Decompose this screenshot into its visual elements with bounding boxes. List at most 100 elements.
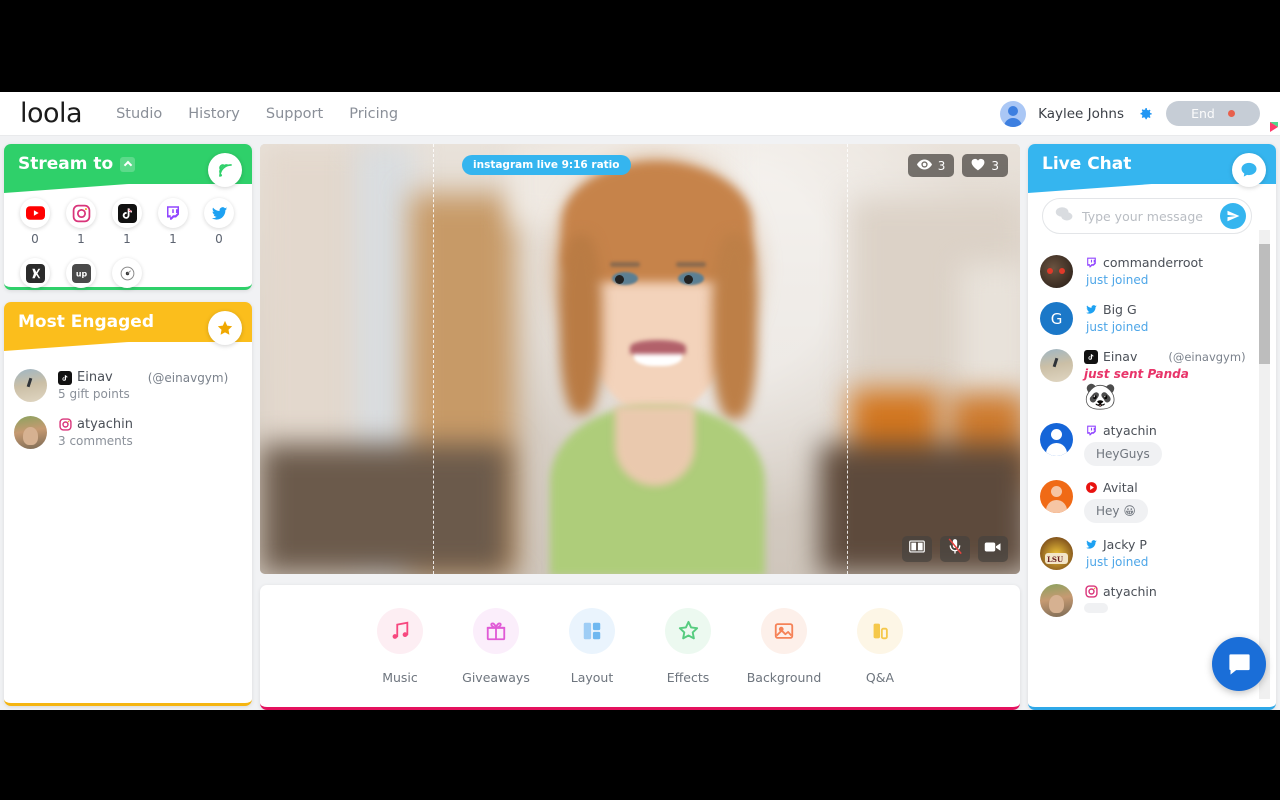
twitch-icon [158, 198, 188, 228]
avatar[interactable] [1000, 100, 1027, 127]
platform-youtube-count: 0 [31, 232, 39, 246]
platform-youtube[interactable]: 0 [18, 198, 52, 246]
platform-twitter-count: 0 [215, 232, 223, 246]
letterbox-top [0, 0, 1280, 92]
chat-scrollbar-thumb[interactable] [1259, 244, 1270, 364]
stage-stats: 3 3 [907, 154, 1008, 177]
broadcast-icon [208, 153, 242, 187]
list-item-name: Einav [1103, 349, 1138, 364]
list-item: LSU Jacky P just joined [1028, 530, 1258, 577]
instagram-icon [66, 198, 96, 228]
gift-icon [486, 622, 506, 640]
twitter-icon [1084, 538, 1098, 552]
nav-item-studio[interactable]: Studio [116, 106, 162, 122]
tool-music[interactable]: Music [352, 607, 448, 685]
tool-effects[interactable]: Effects [640, 607, 736, 685]
video-camera-icon [984, 540, 1002, 558]
list-item-text [1084, 603, 1108, 613]
list-item-status: just joined [1086, 555, 1149, 569]
list-item-name: commanderroot [1103, 255, 1204, 270]
platform-instagram-count: 1 [77, 232, 85, 246]
live-chat-title: Live Chat [1042, 154, 1132, 174]
send-icon[interactable] [1220, 203, 1246, 229]
tiktok-icon [58, 370, 72, 385]
tool-background[interactable]: Background [736, 607, 832, 685]
platform-custom-rtmp[interactable] [110, 258, 144, 288]
list-item-body: atyachin 3 comments [58, 417, 133, 448]
stream-to-title: Stream to [18, 154, 114, 174]
platform-twitter[interactable]: 0 [202, 198, 236, 246]
bars-icon-wrap [857, 607, 903, 654]
avatar [1040, 480, 1073, 513]
platform-twitch[interactable]: 1 [156, 198, 190, 246]
list-item[interactable]: atyachin 3 comments [4, 409, 252, 456]
platform-twitch-count: 1 [169, 232, 177, 246]
list-item: G Big G just joined [1028, 295, 1258, 342]
layout-grid-icon [583, 622, 601, 639]
tool-background-label: Background [746, 669, 822, 685]
twitter-icon [204, 198, 234, 228]
nav-item-support[interactable]: Support [266, 106, 323, 122]
chat-bubbles-icon [1055, 206, 1074, 227]
list-item-sub: 3 comments [58, 434, 133, 448]
chat-input[interactable]: Type your message [1042, 198, 1252, 234]
star-outline-icon [678, 620, 698, 640]
platform-instagram[interactable]: 1 [64, 198, 98, 246]
list-item: Avital Hey 😀 [1028, 473, 1258, 530]
instagram-icon [1084, 585, 1098, 599]
split-view-button[interactable] [902, 536, 932, 562]
tool-layout[interactable]: Layout [544, 607, 640, 685]
list-item: atyachin HeyGuys [1028, 416, 1258, 473]
tool-layout-label: Layout [570, 669, 614, 685]
list-item: atyachin [1028, 577, 1258, 625]
nav-item-pricing[interactable]: Pricing [349, 106, 398, 122]
stage-controls [902, 536, 1008, 562]
stream-to-header[interactable]: Stream to [4, 144, 252, 193]
heart-icon [971, 158, 985, 174]
gift-icon-wrap [473, 607, 519, 654]
list-item-handle: (@einavgym) [147, 370, 229, 385]
stream-platforms: 0 1 1 1 0 up [4, 184, 252, 288]
avatar [14, 416, 47, 449]
app-root: loola Studio History Support Pricing Kay… [0, 92, 1280, 710]
gear-icon[interactable] [1136, 105, 1154, 123]
platform-tiktok[interactable]: 1 [110, 198, 144, 246]
avatar [1040, 255, 1073, 288]
avatar: G [1040, 302, 1073, 335]
platform-row-primary: 0 1 1 1 0 [4, 198, 252, 246]
likes-stat: 3 [962, 154, 1008, 177]
tool-giveaways[interactable]: Giveaways [448, 607, 544, 685]
list-item-body: Jacky P just joined [1084, 537, 1148, 570]
tools-toolbar: Music Giveaways Layout Effects Backgroun… [260, 585, 1020, 710]
end-button[interactable]: End [1166, 101, 1260, 126]
most-engaged-header: Most Engaged [4, 302, 252, 351]
list-item-status: just joined [1086, 273, 1149, 287]
list-item-body: Big G just joined [1084, 302, 1148, 335]
bars-icon [873, 623, 888, 639]
most-engaged-panel: Most Engaged Einav (@einavgym) 5 gift po… [4, 302, 252, 706]
list-item[interactable]: Einav (@einavgym) 5 gift points [4, 362, 252, 409]
platform-vk[interactable]: up [64, 258, 98, 288]
list-item-body: Avital Hey 😀 [1084, 480, 1148, 523]
tiktok-icon [112, 198, 142, 228]
mute-mic-button[interactable] [940, 536, 970, 562]
tool-qa[interactable]: Q&A [832, 607, 928, 685]
svg-text:up: up [75, 269, 87, 278]
tool-music-label: Music [382, 669, 418, 685]
list-item-body: atyachin [1084, 584, 1157, 618]
nav-item-history[interactable]: History [188, 106, 240, 122]
list-item-body: Einav (@einavgym) 5 gift points [58, 370, 228, 401]
list-item-name: Jacky P [1103, 537, 1147, 552]
chevron-up-icon[interactable] [120, 156, 136, 172]
camera-button[interactable] [978, 536, 1008, 562]
logo-play-icon [1270, 122, 1278, 132]
letterbox-bottom [0, 710, 1280, 800]
intercom-chat-icon[interactable] [1212, 637, 1266, 691]
platform-kick[interactable] [18, 258, 52, 288]
center-stage-column: instagram live 9:16 ratio 3 3 Music Give… [260, 144, 1020, 710]
video-stage[interactable]: instagram live 9:16 ratio 3 3 [260, 144, 1020, 574]
brand-logo[interactable]: loola [20, 100, 1278, 132]
star-icon [208, 311, 242, 345]
end-button-label: End [1191, 106, 1215, 121]
list-item-name: atyachin [1103, 423, 1157, 438]
